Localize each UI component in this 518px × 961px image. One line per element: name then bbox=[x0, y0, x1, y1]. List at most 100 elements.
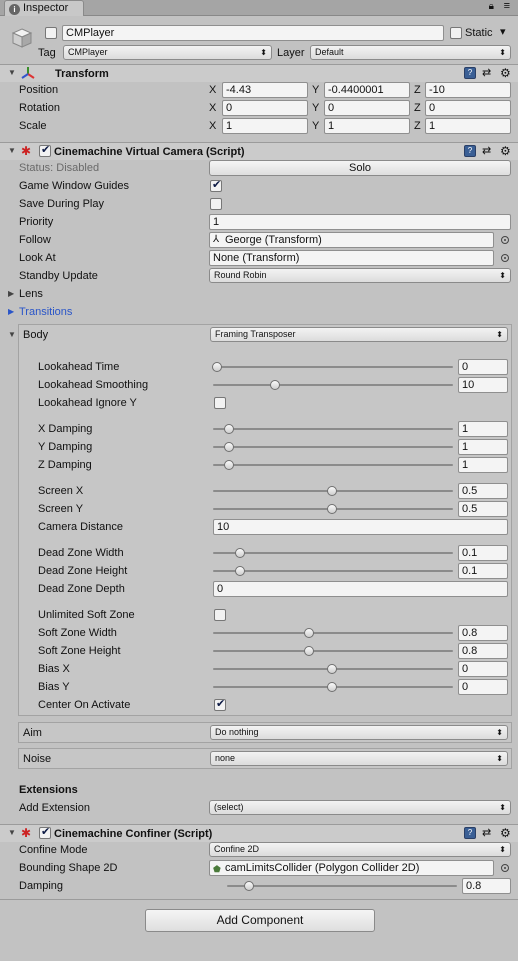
static-dropdown-arrow-icon[interactable]: ▾ bbox=[500, 25, 506, 38]
layer-dropdown[interactable]: Default ⬍ bbox=[310, 45, 511, 60]
lookahead-smoothing-slider-track[interactable] bbox=[213, 384, 453, 386]
soft-zone-width-field[interactable]: 0.8 bbox=[458, 625, 508, 641]
damping-field[interactable]: 0.8 bbox=[462, 878, 511, 894]
y-damping-field[interactable]: 1 bbox=[458, 439, 508, 455]
body-dropdown[interactable]: Framing Transposer ⬍ bbox=[210, 327, 508, 342]
soft-zone-width-slider-thumb[interactable] bbox=[304, 628, 314, 638]
help-icon[interactable]: ? bbox=[464, 67, 476, 79]
lookahead-smoothing-slider-thumb[interactable] bbox=[269, 380, 280, 390]
dead-zone-height-slider-thumb[interactable] bbox=[235, 566, 245, 576]
lookahead-time-field[interactable]: 0 bbox=[458, 359, 508, 375]
scale-y-field[interactable]: 1 bbox=[324, 118, 410, 134]
screen-y-slider-thumb[interactable] bbox=[327, 504, 337, 514]
rotation-y-field[interactable]: 0 bbox=[324, 100, 410, 116]
noise-dropdown[interactable]: none ⬍ bbox=[210, 751, 508, 766]
screen-x-slider-thumb[interactable] bbox=[327, 486, 337, 496]
bias-x-field[interactable]: 0 bbox=[458, 661, 508, 677]
preset-icon[interactable]: ⇄ bbox=[482, 67, 491, 79]
priority-field[interactable]: 1 bbox=[209, 214, 511, 230]
damping-slider-track[interactable] bbox=[227, 885, 457, 887]
dead-zone-height-field[interactable]: 0.1 bbox=[458, 563, 508, 579]
transform-header[interactable]: ▼ Transform ? ⇄ ⚙ bbox=[0, 64, 518, 82]
lookahead-time-slider-thumb[interactable] bbox=[212, 362, 222, 372]
dead-zone-height-slider-track[interactable] bbox=[213, 570, 453, 572]
z-damping-field[interactable]: 1 bbox=[458, 457, 508, 473]
tab-menu-icon[interactable]: ≡ bbox=[504, 0, 510, 12]
unlimited-soft-zone-checkbox[interactable] bbox=[214, 609, 226, 621]
follow-field[interactable]: ⅄ George (Transform) bbox=[209, 232, 494, 248]
z-damping-slider-thumb[interactable] bbox=[223, 460, 234, 470]
gear-icon[interactable]: ⚙ bbox=[500, 827, 511, 839]
y-damping-slider-thumb[interactable] bbox=[223, 442, 234, 452]
damping-slider-thumb[interactable] bbox=[243, 881, 254, 891]
gameobject-name-input[interactable]: CMPlayer bbox=[62, 25, 444, 41]
bias-y-slider-thumb[interactable] bbox=[327, 682, 337, 692]
game-window-guides-checkbox[interactable] bbox=[210, 178, 222, 192]
soft-zone-height-slider-track[interactable] bbox=[213, 650, 453, 652]
look-at-field[interactable]: None (Transform) bbox=[209, 250, 494, 266]
foldout-open-icon[interactable]: ▼ bbox=[8, 827, 16, 839]
aim-dropdown[interactable]: Do nothing ⬍ bbox=[210, 725, 508, 740]
position-z-field[interactable]: -10 bbox=[425, 82, 511, 98]
help-icon[interactable]: ? bbox=[464, 145, 476, 157]
transitions-foldout[interactable]: Transitions bbox=[19, 305, 72, 319]
screen-y-field[interactable]: 0.5 bbox=[458, 501, 508, 517]
bias-x-slider-thumb[interactable] bbox=[327, 664, 337, 674]
tab-inspector[interactable]: i Inspector bbox=[4, 0, 84, 16]
vcam-header[interactable]: ▼ ✱ Cinemachine Virtual Camera (Script) … bbox=[0, 142, 518, 160]
x-damping-slider-track[interactable] bbox=[213, 428, 453, 430]
add-extension-dropdown[interactable]: (select) ⬍ bbox=[209, 800, 511, 815]
scale-x-field[interactable]: 1 bbox=[222, 118, 308, 134]
object-picker-icon[interactable] bbox=[501, 254, 509, 262]
lookahead-smoothing-field[interactable]: 10 bbox=[458, 377, 508, 393]
object-picker-icon[interactable] bbox=[501, 236, 509, 244]
save-during-play-checkbox[interactable] bbox=[210, 198, 222, 210]
lens-foldout[interactable]: Lens bbox=[19, 287, 43, 301]
soft-zone-height-field[interactable]: 0.8 bbox=[458, 643, 508, 659]
screen-x-field[interactable]: 0.5 bbox=[458, 483, 508, 499]
rotation-x-field[interactable]: 0 bbox=[222, 100, 308, 116]
lookahead-ignore-y-checkbox[interactable] bbox=[214, 397, 226, 409]
static-checkbox[interactable] bbox=[450, 27, 462, 39]
help-icon[interactable]: ? bbox=[464, 827, 476, 839]
add-component-button[interactable]: Add Component bbox=[145, 909, 375, 932]
dead-zone-width-slider-track[interactable] bbox=[213, 552, 453, 554]
bias-y-field[interactable]: 0 bbox=[458, 679, 508, 695]
z-damping-slider-track[interactable] bbox=[213, 464, 453, 466]
preset-icon[interactable]: ⇄ bbox=[482, 145, 491, 157]
dead-zone-depth-field[interactable]: 0 bbox=[213, 581, 508, 597]
confiner-header[interactable]: ▼ ✱ Cinemachine Confiner (Script) ? ⇄ ⚙ bbox=[0, 824, 518, 842]
solo-button[interactable]: Solo bbox=[209, 160, 511, 176]
bounding-shape-field[interactable]: ⬟ camLimitsCollider (Polygon Collider 2D… bbox=[209, 860, 494, 876]
gameobject-active-checkbox[interactable] bbox=[45, 27, 57, 39]
y-damping-slider-track[interactable] bbox=[213, 446, 453, 448]
foldout-closed-icon[interactable]: ▶ bbox=[8, 306, 14, 318]
tag-dropdown[interactable]: CMPlayer ⬍ bbox=[63, 45, 272, 60]
x-damping-field[interactable]: 1 bbox=[458, 421, 508, 437]
center-on-activate-checkbox[interactable] bbox=[214, 697, 226, 711]
gear-icon[interactable]: ⚙ bbox=[500, 67, 511, 79]
lock-icon[interactable]: 🔒︎ bbox=[489, 1, 494, 12]
confine-mode-dropdown[interactable]: Confine 2D ⬍ bbox=[209, 842, 511, 857]
rotation-z-field[interactable]: 0 bbox=[425, 100, 511, 116]
x-damping-slider-thumb[interactable] bbox=[223, 424, 234, 434]
vcam-enabled-checkbox[interactable] bbox=[39, 143, 51, 157]
scale-z-field[interactable]: 1 bbox=[425, 118, 511, 134]
dead-zone-width-slider-thumb[interactable] bbox=[235, 548, 245, 558]
position-x-field[interactable]: -4.43 bbox=[222, 82, 308, 98]
object-picker-icon[interactable] bbox=[501, 864, 509, 872]
standby-update-dropdown[interactable]: Round Robin ⬍ bbox=[209, 268, 511, 283]
lookahead-time-slider-track[interactable] bbox=[213, 366, 453, 368]
foldout-open-icon[interactable]: ▼ bbox=[8, 67, 16, 79]
preset-icon[interactable]: ⇄ bbox=[482, 827, 491, 839]
foldout-open-icon[interactable]: ▼ bbox=[8, 329, 16, 341]
dead-zone-width-field[interactable]: 0.1 bbox=[458, 545, 508, 561]
gear-icon[interactable]: ⚙ bbox=[500, 145, 511, 157]
foldout-closed-icon[interactable]: ▶ bbox=[8, 288, 14, 300]
soft-zone-height-slider-thumb[interactable] bbox=[304, 646, 314, 656]
camera-distance-field[interactable]: 10 bbox=[213, 519, 508, 535]
confiner-enabled-checkbox[interactable] bbox=[39, 825, 51, 839]
position-y-field[interactable]: -0.4400001 bbox=[324, 82, 410, 98]
soft-zone-width-slider-track[interactable] bbox=[213, 632, 453, 634]
foldout-open-icon[interactable]: ▼ bbox=[8, 145, 16, 157]
